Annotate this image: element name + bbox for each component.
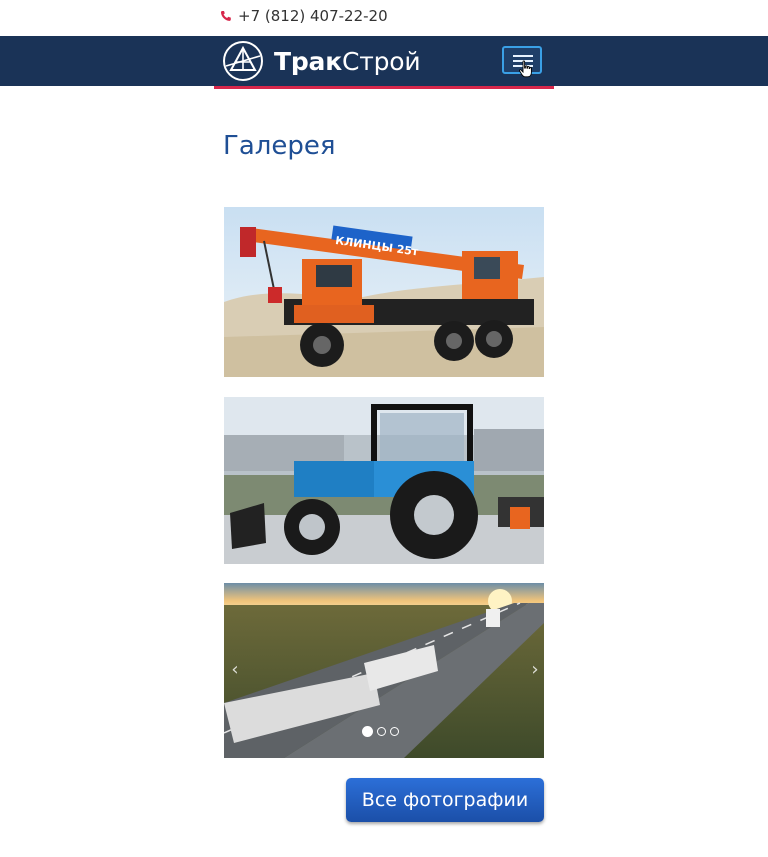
carousel-next-arrow-icon[interactable]: › xyxy=(528,660,542,680)
logo-text-part2: Строй xyxy=(342,46,421,76)
crane-truck-image: КЛИНЦЫ 25т xyxy=(224,207,544,377)
crane-truck-photo[interactable]: КЛИНЦЫ 25т xyxy=(224,207,544,377)
site-logo[interactable]: ТракСтрой xyxy=(222,40,421,82)
logo-text-part1: Трак xyxy=(274,46,342,76)
phone-icon xyxy=(220,11,231,21)
gallery-title: Галерея xyxy=(223,131,336,161)
navbar-accent-line xyxy=(214,86,554,89)
carousel-prev-arrow-icon[interactable]: ‹ xyxy=(228,660,242,680)
carousel-dot-3[interactable] xyxy=(390,727,399,736)
carousel-dots xyxy=(362,726,399,737)
all-photos-button[interactable]: Все фотографии xyxy=(346,778,544,822)
top-bar: +7 (812) 407-22-20 xyxy=(0,0,768,36)
carousel-dot-1[interactable] xyxy=(362,726,373,737)
hand-cursor-icon xyxy=(519,60,532,78)
truckstroy-logo-icon xyxy=(223,41,263,81)
logo-text: ТракСтрой xyxy=(274,46,421,76)
menu-bar xyxy=(513,55,533,57)
carousel-dot-2[interactable] xyxy=(377,727,386,736)
phone-contact[interactable]: +7 (812) 407-22-20 xyxy=(220,7,388,25)
phone-number[interactable]: +7 (812) 407-22-20 xyxy=(238,7,388,25)
tractor-image xyxy=(224,397,544,564)
tractor-photo[interactable] xyxy=(224,397,544,564)
